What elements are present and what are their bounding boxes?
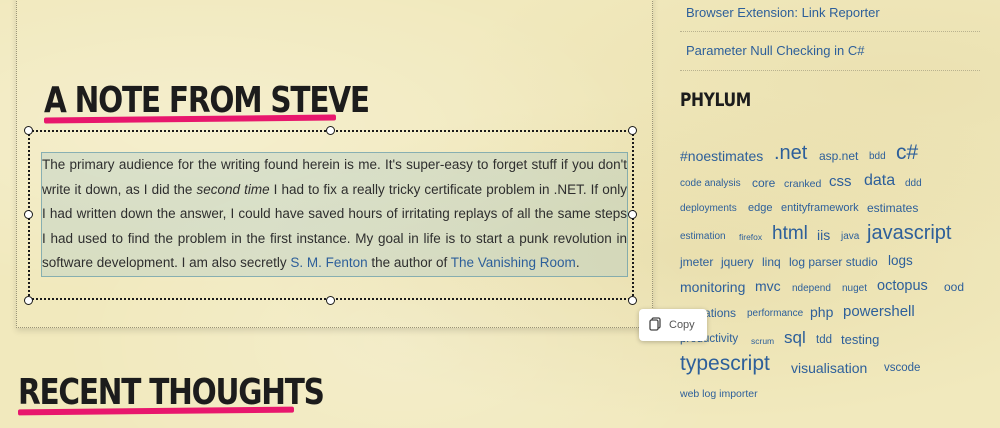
tag-link[interactable]: monitoring [680, 279, 745, 295]
tag-link[interactable]: performance [747, 308, 803, 319]
resize-handle[interactable] [24, 210, 33, 219]
note-paragraph[interactable]: The primary audience for the writing fou… [41, 152, 628, 277]
resize-handle[interactable] [24, 126, 33, 135]
resize-handle[interactable] [628, 126, 637, 135]
tag-link[interactable]: testing [841, 332, 879, 347]
tag-link[interactable]: edge [748, 202, 772, 214]
tag-link[interactable]: html [772, 223, 808, 245]
tag-link[interactable]: code analysis [680, 178, 741, 189]
tag-link[interactable]: jmeter [680, 255, 713, 269]
resize-handle[interactable] [628, 296, 637, 305]
tag-link[interactable]: asp.net [819, 149, 858, 163]
tag-link[interactable]: php [810, 304, 833, 320]
sidebar-divider [680, 31, 980, 32]
note-emphasis: second time [196, 181, 270, 197]
tag-link[interactable]: octopus [877, 278, 928, 294]
tag-link[interactable]: core [752, 176, 775, 190]
copy-icon [649, 316, 661, 334]
tag-link[interactable]: .net [774, 142, 807, 165]
tag-link[interactable]: logs [888, 253, 913, 268]
recent-thoughts-heading: RECENT THOUGHTS [18, 372, 325, 413]
sidebar-link-browser-extension[interactable]: Browser Extension: Link Reporter [686, 5, 880, 20]
tag-link[interactable]: scrum [751, 336, 774, 346]
tag-link[interactable]: jquery [721, 255, 754, 269]
resize-handle[interactable] [326, 126, 335, 135]
tag-link[interactable]: vscode [884, 362, 920, 374]
resize-handle[interactable] [628, 210, 637, 219]
book-link[interactable]: The Vanishing Room [451, 255, 576, 270]
resize-handle[interactable] [24, 296, 33, 305]
tag-link[interactable]: css [829, 173, 852, 190]
tag-link[interactable]: firefox [739, 232, 762, 242]
tag-link[interactable]: typescript [680, 352, 770, 376]
tag-link[interactable]: data [864, 172, 895, 190]
copy-button[interactable]: Copy [639, 309, 707, 341]
tag-link[interactable]: powershell [843, 303, 915, 320]
tag-link[interactable]: nuget [842, 283, 867, 294]
phylum-heading: PHYLUM [680, 89, 751, 111]
copy-label: Copy [669, 319, 695, 331]
sidebar-divider [680, 70, 980, 71]
tag-link[interactable]: cranked [784, 178, 821, 190]
tag-link[interactable]: bdd [869, 151, 886, 162]
tag-link[interactable]: visualisation [791, 360, 867, 376]
tag-link[interactable]: linq [762, 255, 781, 269]
note-text: the author of [367, 255, 451, 270]
sidebar-link-parameter-null-checking[interactable]: Parameter Null Checking in C# [686, 43, 864, 58]
tag-link[interactable]: estimation [680, 231, 726, 242]
author-link[interactable]: S. M. Fenton [290, 255, 367, 270]
tag-link[interactable]: javascript [867, 222, 951, 245]
tag-link[interactable]: iis [817, 227, 830, 243]
tag-link[interactable]: entityframework [781, 202, 859, 214]
note-heading: A NOTE FROM STEVE [44, 80, 370, 121]
tag-link[interactable]: log parser studio [789, 255, 878, 269]
tag-link[interactable]: #noestimates [680, 148, 763, 164]
tag-link[interactable]: ndepend [792, 283, 831, 294]
tag-link[interactable]: deployments [680, 203, 737, 214]
tag-link[interactable]: tdd [816, 334, 832, 346]
tag-link[interactable]: c# [896, 141, 918, 165]
tag-link[interactable]: mvc [755, 278, 781, 294]
resize-handle[interactable] [326, 296, 335, 305]
tag-link[interactable]: ood [944, 280, 964, 294]
tag-link[interactable]: estimates [867, 201, 918, 215]
tag-link[interactable]: sql [784, 328, 806, 348]
tag-link[interactable]: java [841, 231, 859, 242]
tag-link[interactable]: web log importer [680, 388, 758, 400]
note-text: . [575, 255, 580, 270]
tag-link[interactable]: ddd [905, 178, 922, 189]
